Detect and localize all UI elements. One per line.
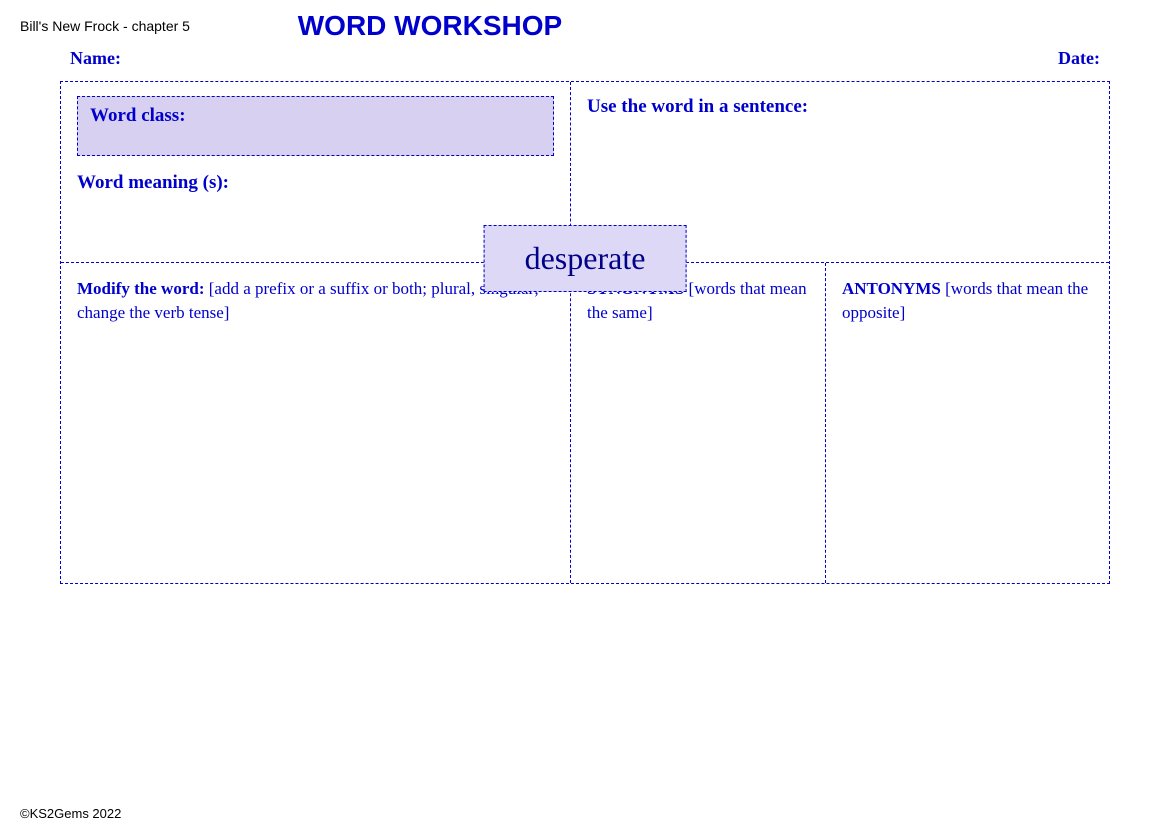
bottom-section: Modify the word: [add a prefix or a suff… (61, 263, 1109, 583)
word-class-box[interactable]: Word class: (77, 96, 554, 156)
center-word: desperate (525, 240, 646, 276)
modify-bold: Modify the word: (77, 279, 204, 298)
antonyms-bold: ANTONYMS (842, 279, 941, 298)
bottom-left-panel: Modify the word: [add a prefix or a suff… (61, 263, 571, 583)
center-word-box: desperate (484, 225, 687, 292)
footer-copyright: ©KS2Gems 2022 (20, 806, 121, 821)
modify-label: Modify the word: [add a prefix or a suff… (77, 277, 554, 325)
word-class-label: Word class: (90, 105, 186, 126)
antonyms-label: ANTONYMS [words that mean the opposite] (842, 277, 1093, 325)
bottom-right-panel: ANTONYMS [words that mean the opposite] (826, 263, 1109, 583)
main-container: Word class: Word meaning (s): Use the wo… (60, 81, 1110, 584)
book-title: Bill's New Frock - chapter 5 (20, 18, 190, 34)
workshop-title: WORD WORKSHOP (190, 10, 670, 42)
date-label: Date: (1058, 48, 1100, 69)
bottom-middle-panel: SYNONYMS [words that mean the same] (571, 263, 826, 583)
top-section: Word class: Word meaning (s): Use the wo… (61, 82, 1109, 263)
use-sentence-label: Use the word in a sentence: (587, 96, 1093, 118)
name-label: Name: (70, 48, 121, 69)
center-word-container: desperate (484, 225, 687, 292)
word-meaning-label: Word meaning (s): (77, 172, 554, 194)
